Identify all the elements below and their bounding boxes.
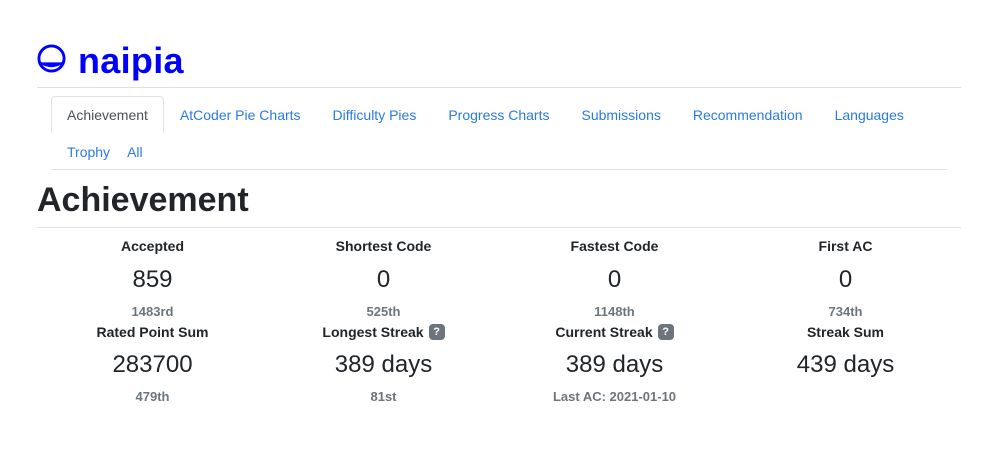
stat-label: Rated Point Sum [96,324,209,340]
stat-streak-sum: Streak Sum 439 days [730,322,961,388]
stat-accepted: Accepted 859 1483rd [37,236,268,321]
tab-row-2: Trophy All [51,133,947,170]
stat-value: 0 [376,266,391,293]
tab-progress-charts[interactable]: Progress Charts [432,96,565,133]
stat-value: 0 [607,266,622,293]
stat-value: 389 days [565,351,664,378]
tab-trophy[interactable]: Trophy [51,133,126,169]
tab-all[interactable]: All [126,133,159,169]
stat-label: Accepted [120,238,185,254]
help-icon[interactable]: ? [428,324,445,340]
stat-longest-streak: Longest Streak ? 389 days 81st [268,322,499,406]
help-icon[interactable]: ? [657,324,674,340]
tab-achievement[interactable]: Achievement [51,96,164,133]
stat-label: Current Streak ? [555,322,674,342]
user-name: naipia [78,40,184,81]
stat-value: 439 days [796,351,895,378]
stat-label: Longest Streak ? [322,322,445,342]
section-divider [37,227,961,228]
stat-fastest-code: Fastest Code 0 1148th [499,236,730,321]
tab-row-1: Achievement AtCoder Pie Charts Difficult… [51,96,947,133]
stat-rated-point-sum: Rated Point Sum 283700 479th [37,322,268,406]
user-circle-icon [37,43,66,73]
tab-difficulty-pies[interactable]: Difficulty Pies [317,96,433,133]
tab-atcoder-pie-charts[interactable]: AtCoder Pie Charts [164,96,317,133]
stat-value: 859 [132,266,173,293]
stat-rank: 81st [370,389,397,404]
stat-current-streak: Current Streak ? 389 days Last AC: 2021-… [499,322,730,406]
stat-rank: 1148th [594,304,635,319]
stat-rank: 1483rd [131,304,174,319]
stat-rank: 479th [135,389,170,404]
stat-label: Shortest Code [335,238,432,254]
header-divider [37,87,961,88]
stat-rank: 734th [828,304,863,319]
stat-value: 389 days [334,351,433,378]
tab-languages[interactable]: Languages [819,96,920,133]
stat-label: Streak Sum [806,324,885,340]
stat-rank: 525th [366,304,401,319]
stat-shortest-code: Shortest Code 0 525th [268,236,499,321]
page: naipia Achievement AtCoder Pie Charts Di… [0,0,990,456]
user-header: naipia [37,38,184,84]
stat-value: 283700 [112,351,193,378]
stat-value: 0 [838,266,853,293]
tab-nav: Achievement AtCoder Pie Charts Difficult… [51,96,947,170]
stat-label: Fastest Code [570,238,659,254]
section-title: Achievement [37,181,249,219]
stat-first-ac: First AC 0 734th [730,236,961,321]
stat-label: First AC [818,238,873,254]
tab-submissions[interactable]: Submissions [565,96,676,133]
stat-last-ac: Last AC: 2021-01-10 [552,389,677,404]
tab-recommendation[interactable]: Recommendation [677,96,819,133]
